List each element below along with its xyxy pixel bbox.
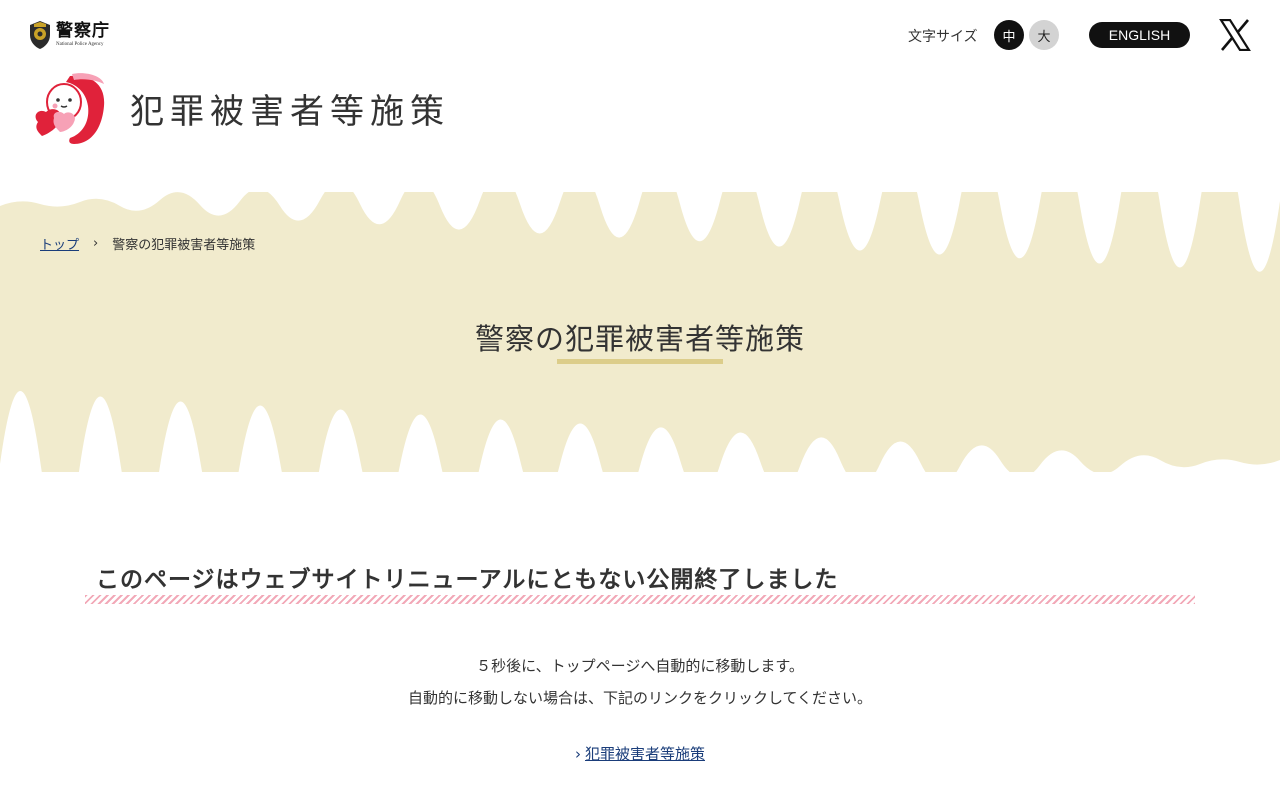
npa-logo-subtext: National Police Agency [56, 42, 104, 47]
chevron-right-icon: › [574, 745, 581, 763]
site-title: 犯罪被害者等施策 [130, 91, 450, 132]
notice-heading: このページはウェブサイトリニューアルにともない公開終了しました [96, 567, 839, 593]
font-size-large-button[interactable]: 大 [1029, 20, 1059, 50]
font-size-medium-button[interactable]: 中 [994, 20, 1024, 50]
page-title: 警察の犯罪被害者等施策 [474, 322, 805, 356]
notice-heading-stripe [85, 595, 1195, 604]
site-logo[interactable]: 犯罪被害者等施策 [30, 72, 460, 148]
breadcrumb-top-link[interactable]: トップ [40, 234, 79, 253]
breadcrumb-separator: › [93, 236, 99, 251]
police-emblem-icon [30, 21, 50, 49]
top-bar: 警察庁 National Police Agency 文字サイズ 中 大 ENG… [0, 0, 1280, 70]
x-logo-icon[interactable] [1219, 19, 1251, 51]
npa-logo[interactable]: 警察庁 National Police Agency [28, 18, 118, 52]
redirect-message: ５秒後に、トップページへ自動的に移動します。 [476, 657, 804, 675]
mascot-icon [35, 73, 105, 144]
redirect-link-row: › 犯罪被害者等施策 [0, 743, 1280, 764]
breadcrumb: トップ › 警察の犯罪被害者等施策 [40, 234, 255, 253]
breadcrumb-current: 警察の犯罪被害者等施策 [112, 238, 256, 253]
title-underline [557, 359, 723, 364]
redirect-link[interactable]: 犯罪被害者等施策 [585, 745, 705, 763]
font-size-label: 文字サイズ [908, 29, 978, 45]
npa-logo-text: 警察庁 [56, 21, 110, 41]
redirect-instruction: 自動的に移動しない場合は、下記のリンクをクリックしてください。 [407, 689, 873, 707]
english-button[interactable]: ENGLISH [1089, 22, 1190, 48]
